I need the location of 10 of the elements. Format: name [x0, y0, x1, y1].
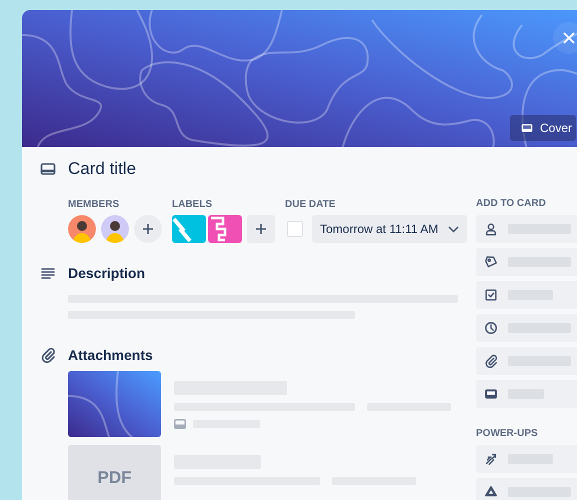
due-date-heading: DUE DATE	[285, 199, 336, 210]
members-heading: MEMBERS	[68, 199, 120, 210]
card-title[interactable]: Card title	[68, 159, 136, 179]
description-heading: Description	[68, 265, 146, 281]
power-ups-heading: POWER-UPS	[476, 428, 539, 439]
labels-heading: LABELS	[172, 199, 213, 210]
add-to-card-heading: ADD TO CARD	[476, 198, 547, 209]
cover-button[interactable]: Cover	[510, 115, 576, 141]
attachments-heading: Attachments	[68, 347, 153, 363]
due-date-dropdown[interactable]: Tomorrow at 11:11 AM	[312, 215, 468, 243]
